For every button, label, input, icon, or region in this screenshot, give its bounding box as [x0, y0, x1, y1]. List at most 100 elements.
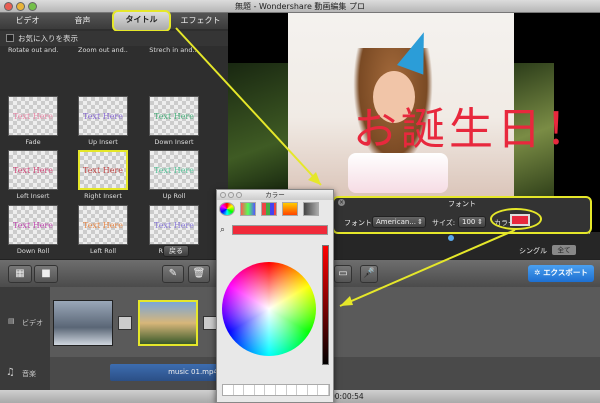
size-value: 100 — [462, 218, 476, 226]
preview-title-text[interactable]: お誕生日！ — [353, 93, 593, 157]
playhead-slider[interactable] — [448, 235, 454, 241]
monitor-icon: ▭ — [338, 268, 348, 279]
effect-caption: Left Insert — [16, 192, 50, 200]
effect-caption: Fade — [25, 138, 41, 146]
title-effect-item[interactable]: Text Here Right Insert — [78, 150, 128, 200]
swatch[interactable] — [223, 385, 234, 395]
microphone-icon: 🎤 — [362, 268, 376, 279]
title-effect-item[interactable]: Zoom out and... — [78, 36, 128, 54]
effect-caption: Up Roll — [162, 192, 186, 200]
swatch[interactable] — [308, 385, 319, 395]
export-button[interactable]: ✲ エクスポート — [528, 265, 594, 282]
color-wheel-mode-icon[interactable] — [219, 202, 235, 216]
color-palettes-mode-icon[interactable] — [261, 202, 277, 216]
close-window-button[interactable] — [4, 2, 13, 11]
camera-icon: ■ — [41, 268, 51, 279]
record-screen-button[interactable]: ▭ — [334, 265, 352, 283]
video-clip-selected[interactable] — [138, 300, 198, 346]
storyboard-view-button[interactable]: ▦ — [8, 265, 32, 283]
brightness-slider[interactable] — [322, 245, 329, 365]
title-effect-item[interactable]: Text Here Left Insert — [8, 150, 58, 200]
title-effect-item[interactable]: Text Here Up Insert — [78, 96, 128, 146]
title-effect-item[interactable]: Strech in and... — [149, 36, 199, 54]
close-color-panel-button[interactable] — [220, 192, 226, 198]
tab-title[interactable]: タイトル — [112, 10, 171, 32]
swatch[interactable] — [234, 385, 245, 395]
title-effect-item[interactable]: Rotate out and... — [8, 36, 58, 54]
effect-thumbnail[interactable]: Text Here — [8, 205, 58, 245]
record-voice-button[interactable]: 🎤 — [360, 265, 378, 283]
video-clip[interactable] — [53, 300, 113, 346]
effect-caption: Zoom out and... — [78, 46, 128, 54]
title-effect-item[interactable]: Text Here Fade — [8, 96, 58, 146]
tab-audio[interactable]: 音声 — [55, 13, 110, 29]
birthday-cake-image — [348, 153, 448, 193]
effect-thumbnail[interactable]: Text Here — [149, 205, 199, 245]
size-select[interactable]: 100 ⇕ — [458, 216, 486, 228]
title-effect-item[interactable]: Text Here Left Roll — [78, 205, 128, 255]
effect-sample-text: Text Here — [13, 165, 53, 175]
zoom-window-button[interactable] — [28, 2, 37, 11]
effect-thumbnail[interactable]: Text Here — [149, 96, 199, 136]
export-label: エクスポート — [543, 268, 588, 277]
music-note-icon: ♫ — [6, 367, 15, 378]
effect-sample-text: Text Here — [83, 165, 123, 175]
effect-thumbnail[interactable]: Text Here — [149, 150, 199, 190]
title-effect-item[interactable]: Text Here Down Insert — [149, 96, 199, 146]
audio-track-header: ♫ 音楽 — [0, 357, 50, 390]
color-panel-window-controls — [220, 192, 242, 198]
minimize-color-panel-button[interactable] — [228, 192, 234, 198]
image-palettes-mode-icon[interactable] — [282, 202, 298, 216]
swatch[interactable] — [255, 385, 266, 395]
crayons-mode-icon[interactable] — [303, 202, 319, 216]
effect-caption: Left Roll — [89, 247, 117, 255]
edit-clip-button[interactable]: ✎ — [162, 265, 184, 283]
transition-marker[interactable] — [203, 316, 217, 330]
swatch[interactable] — [244, 385, 255, 395]
delete-clip-button[interactable]: 🗑 — [188, 265, 210, 283]
font-panel: × フォント フォント: American... ⇕ サイズ: 100 ⇕ カラー: — [332, 196, 592, 234]
effect-caption: Down Insert — [154, 138, 194, 146]
window-controls — [4, 2, 37, 11]
tab-effect[interactable]: エフェクト — [173, 13, 228, 29]
audio-track-label: 音楽 — [22, 370, 36, 378]
swatch[interactable] — [265, 385, 276, 395]
effect-thumbnail[interactable]: Text Here — [78, 150, 128, 190]
swatch[interactable] — [297, 385, 308, 395]
tab-video[interactable]: ビデオ — [0, 13, 55, 29]
color-picker-panel: カラー ⌕ — [216, 189, 334, 403]
swatch[interactable] — [287, 385, 298, 395]
size-label: サイズ: — [432, 219, 456, 227]
film-icon: ▤ — [8, 317, 15, 325]
font-select[interactable]: American... ⇕ — [372, 216, 426, 228]
effect-thumbnail[interactable]: Text Here — [78, 96, 128, 136]
color-mode-toolbar — [219, 202, 331, 218]
saved-swatches — [222, 384, 330, 396]
timeline-view-button[interactable]: ■ — [34, 265, 58, 283]
effect-sample-text: Text Here — [154, 220, 194, 230]
back-button[interactable]: 戻る — [163, 245, 189, 257]
effect-sample-text: Text Here — [154, 165, 194, 175]
color-sliders-mode-icon[interactable] — [240, 202, 256, 216]
select-arrow-icon: ⇕ — [417, 218, 423, 226]
title-effect-item[interactable]: Text Here Up Roll — [149, 150, 199, 200]
swatch[interactable] — [276, 385, 287, 395]
edit-icon: ✎ — [168, 268, 178, 279]
transition-marker[interactable] — [118, 316, 132, 330]
trash-icon: 🗑 — [192, 268, 206, 279]
single-mode-label[interactable]: シングル — [519, 246, 547, 256]
current-color-bar — [232, 225, 328, 235]
effect-sample-text: Text Here — [13, 111, 53, 121]
storyboard-icon: ▦ — [15, 268, 25, 279]
zoom-color-panel-button[interactable] — [236, 192, 242, 198]
effect-thumbnail[interactable]: Text Here — [8, 150, 58, 190]
color-wheel[interactable] — [222, 262, 316, 356]
title-effect-item[interactable]: Text Here Down Roll — [8, 205, 58, 255]
effect-thumbnail[interactable]: Text Here — [78, 205, 128, 245]
full-mode-button[interactable]: 全て — [552, 245, 576, 255]
swatch[interactable] — [318, 385, 329, 395]
effect-sample-text: Text Here — [154, 111, 194, 121]
minimize-window-button[interactable] — [16, 2, 25, 11]
effect-thumbnail[interactable]: Text Here — [8, 96, 58, 136]
magnifier-icon[interactable]: ⌕ — [220, 225, 225, 235]
